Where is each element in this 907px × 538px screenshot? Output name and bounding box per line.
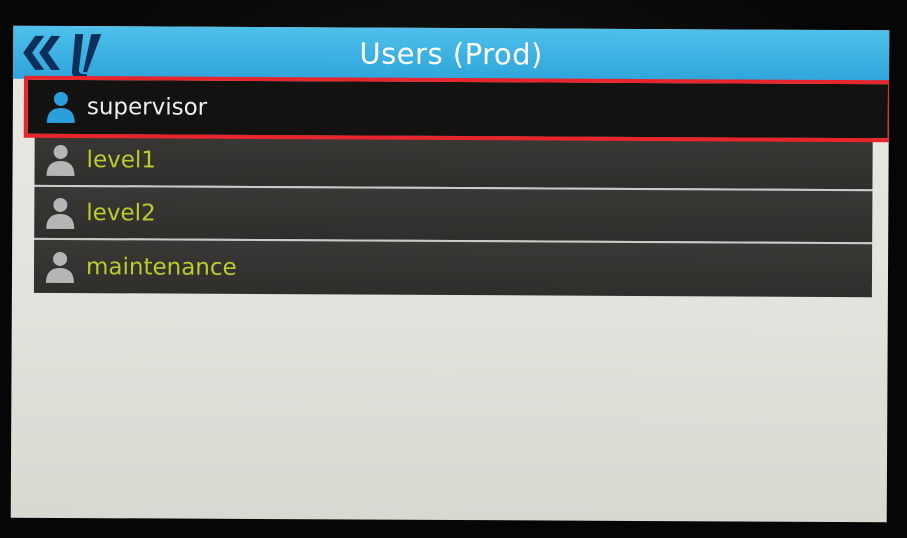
page-title: Users (Prod) bbox=[359, 36, 543, 72]
user-icon bbox=[46, 91, 75, 124]
device-bezel: Users (Prod) supervisor level1 level2 ma… bbox=[0, 0, 907, 538]
user-icon bbox=[45, 251, 74, 283]
user-row-level2[interactable]: level2 bbox=[34, 186, 873, 245]
user-icon bbox=[46, 197, 75, 229]
user-list: supervisor level1 level2 maintenance bbox=[23, 75, 890, 298]
user-label: level1 bbox=[86, 146, 156, 173]
user-label: level2 bbox=[86, 199, 156, 226]
user-label: supervisor bbox=[86, 94, 208, 121]
title-bar: Users (Prod) bbox=[13, 25, 890, 84]
user-icon bbox=[46, 144, 75, 176]
user-label: maintenance bbox=[85, 253, 237, 281]
user-row-maintenance[interactable]: maintenance bbox=[33, 239, 873, 298]
screen: Users (Prod) supervisor level1 level2 ma… bbox=[10, 25, 890, 523]
user-row-supervisor[interactable]: supervisor bbox=[23, 75, 890, 143]
user-row-level1[interactable]: level1 bbox=[34, 133, 873, 192]
